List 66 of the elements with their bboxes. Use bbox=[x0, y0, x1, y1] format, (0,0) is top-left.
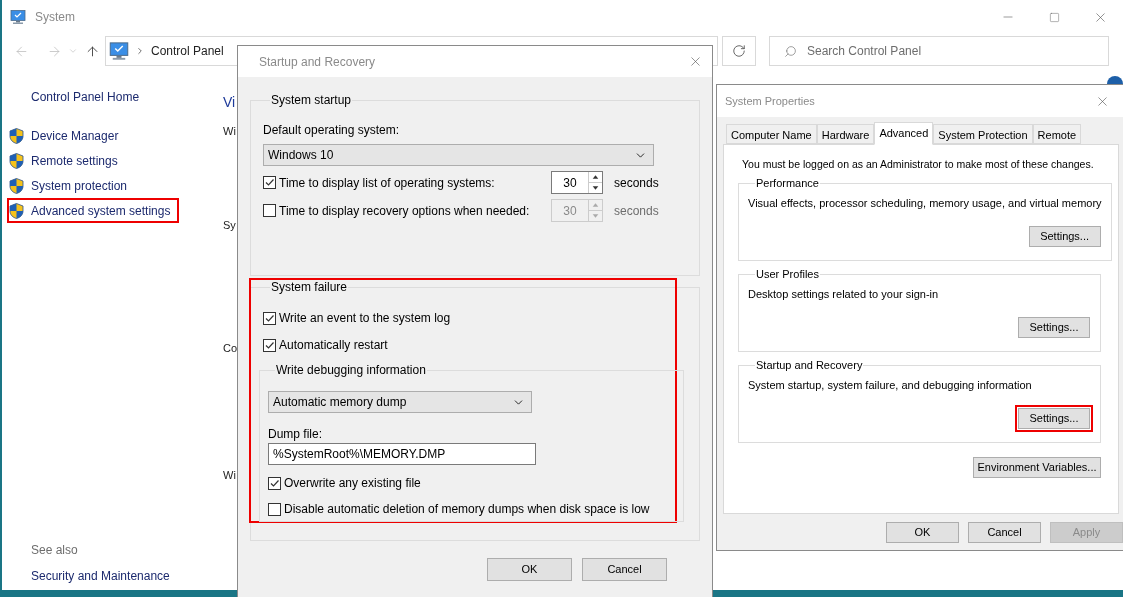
group-description: Visual effects, processor scheduling, memory usage, and virtual memory bbox=[748, 196, 1102, 212]
number-spinner[interactable]: 30 bbox=[551, 171, 603, 194]
dialog-button[interactable]: OK bbox=[886, 522, 959, 543]
dialog-button[interactable]: Cancel bbox=[582, 558, 667, 581]
unit-label: seconds bbox=[614, 202, 659, 220]
breadcrumb-item[interactable]: Control Panel bbox=[151, 42, 224, 60]
spin-arrows-icon[interactable] bbox=[588, 172, 602, 193]
shield-icon bbox=[9, 152, 24, 169]
dialog-button[interactable]: Settings... bbox=[1018, 407, 1090, 429]
monitor-icon bbox=[109, 41, 129, 61]
window-title: System bbox=[35, 9, 75, 26]
checkbox-label: Overwrite any existing file bbox=[284, 475, 421, 492]
unit-label: seconds bbox=[614, 174, 659, 192]
tab[interactable]: System Protection bbox=[933, 124, 1033, 144]
search-field[interactable]: Search Control Panel bbox=[769, 36, 1109, 66]
see-also-heading: See also bbox=[31, 542, 79, 559]
checkbox[interactable] bbox=[263, 311, 276, 325]
section-text: Wi bbox=[223, 468, 237, 483]
checkbox[interactable] bbox=[263, 176, 276, 189]
shield-icon bbox=[9, 177, 24, 194]
checkbox[interactable] bbox=[263, 204, 276, 217]
sidebar-link[interactable]: Device Manager bbox=[7, 123, 128, 148]
field-label: Default operating system: bbox=[263, 122, 401, 139]
dialog-button[interactable]: Settings... bbox=[1028, 225, 1101, 247]
group-description: System startup, system failure, and debugging information bbox=[748, 378, 1033, 394]
dialog-button[interactable]: Cancel bbox=[968, 522, 1041, 543]
section-text: Co bbox=[223, 341, 238, 356]
notice-text: You must be logged on as an Administrator to make most of these changes. bbox=[742, 157, 1095, 172]
dump-file-field[interactable]: %SystemRoot%\MEMORY.DMP bbox=[268, 443, 536, 465]
field-label: Dump file: bbox=[268, 426, 324, 443]
tab[interactable]: Remote bbox=[1032, 124, 1082, 144]
page-heading: Vi bbox=[223, 93, 237, 112]
dialog-title: Startup and Recovery bbox=[259, 53, 376, 71]
dropdown[interactable]: Windows 10 bbox=[263, 144, 654, 166]
search-icon bbox=[784, 44, 797, 58]
sidebar-link[interactable]: Remote settings bbox=[7, 148, 127, 173]
monitor-icon bbox=[10, 9, 26, 25]
sidebar-link[interactable]: Control Panel Home bbox=[31, 88, 223, 104]
shield-icon bbox=[9, 127, 24, 144]
refresh-icon[interactable] bbox=[722, 36, 756, 66]
dialog-button[interactable]: OK bbox=[487, 558, 572, 581]
shield-icon bbox=[9, 202, 24, 219]
checkbox[interactable] bbox=[268, 476, 281, 490]
checkbox-label: Write an event to the system log bbox=[279, 310, 451, 327]
dialog-button[interactable]: Environment Variables... bbox=[973, 456, 1101, 478]
checkbox-label: Disable automatic deletion of memory dumps when disk space is low bbox=[284, 501, 650, 518]
section-text: Wi bbox=[223, 124, 237, 139]
up-icon[interactable] bbox=[85, 43, 100, 59]
checkbox[interactable] bbox=[263, 338, 276, 352]
sidebar-link[interactable]: System protection bbox=[7, 173, 137, 198]
dialog-button[interactable]: Settings... bbox=[1018, 316, 1090, 338]
dropdown[interactable]: Automatic memory dump bbox=[268, 391, 532, 413]
dialog-title: System Properties bbox=[725, 93, 815, 109]
tab[interactable]: Hardware bbox=[816, 124, 875, 144]
section-text: Sy bbox=[223, 218, 237, 233]
sidebar-link[interactable]: Advanced system settings bbox=[7, 198, 180, 223]
separator-icon bbox=[135, 46, 145, 56]
checkbox[interactable] bbox=[268, 502, 281, 516]
sidebar-link[interactable]: Security and Maintenance bbox=[31, 567, 223, 585]
checkbox-label: Time to display recovery options when needed: bbox=[279, 202, 530, 220]
tab[interactable]: Computer Name bbox=[726, 124, 817, 144]
tab[interactable]: Advanced bbox=[874, 122, 934, 145]
close-icon[interactable] bbox=[688, 54, 703, 69]
checkbox-label: Automatically restart bbox=[279, 337, 388, 354]
group-description: Desktop settings related to your sign-in bbox=[748, 287, 940, 303]
checkbox-label: Time to display list of operating systems: bbox=[279, 174, 495, 192]
